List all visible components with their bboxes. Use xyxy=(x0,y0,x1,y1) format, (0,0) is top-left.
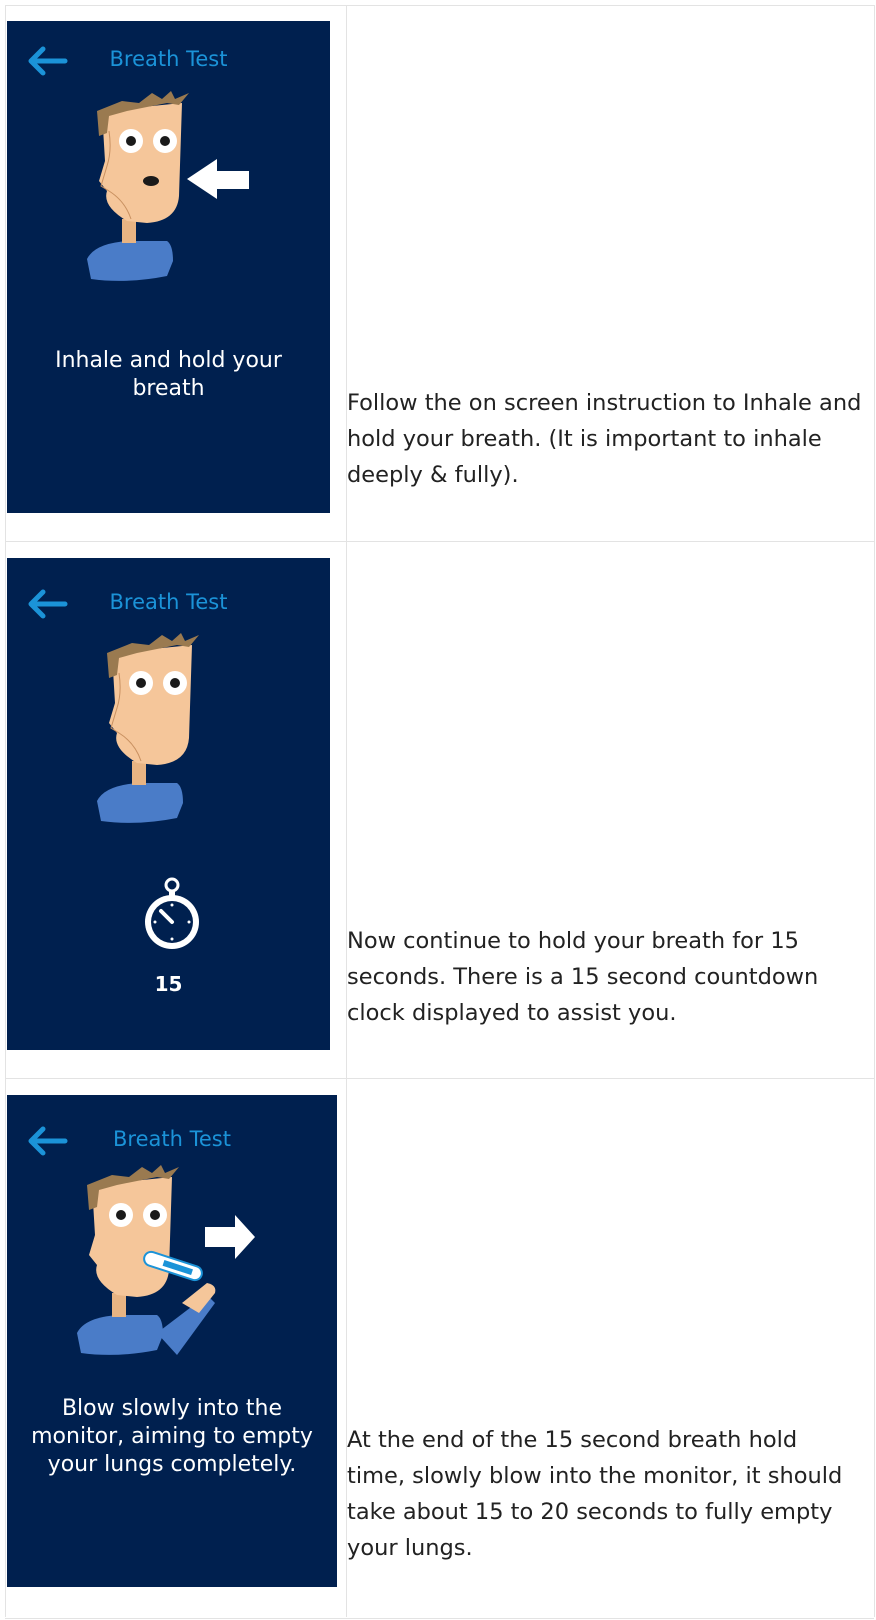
man-inhaling-illustration xyxy=(67,81,307,321)
screen-title: Breath Test xyxy=(109,590,228,614)
step-2-description: Now continue to hold your breath for 15 … xyxy=(347,928,819,1026)
screen-title: Breath Test xyxy=(113,1127,231,1151)
stopwatch-icon xyxy=(141,876,203,954)
table-border-right xyxy=(874,5,875,1617)
row-border-2 xyxy=(5,541,874,542)
step-3-screen: Breath Test Blow slowly into the monitor… xyxy=(7,1095,337,1587)
screen-instruction: Inhale and hold your breath xyxy=(55,348,282,401)
screen-title: Breath Test xyxy=(109,47,228,71)
man-holding-breath-illustration xyxy=(77,623,317,863)
step-1-description: Follow the on screen instruction to Inha… xyxy=(347,390,862,488)
step-3-description: At the end of the 15 second breath hold … xyxy=(347,1427,843,1561)
step-1-screen: Breath Test Inhale and hold your breath xyxy=(7,21,330,513)
man-blowing-into-monitor-illustration xyxy=(57,1155,297,1395)
step-2-screen: Breath Test 15 xyxy=(7,558,330,1050)
countdown-value: 15 xyxy=(154,972,183,996)
row-border-1 xyxy=(5,5,874,6)
screen-instruction: Blow slowly into the monitor, aiming to … xyxy=(31,1396,313,1477)
